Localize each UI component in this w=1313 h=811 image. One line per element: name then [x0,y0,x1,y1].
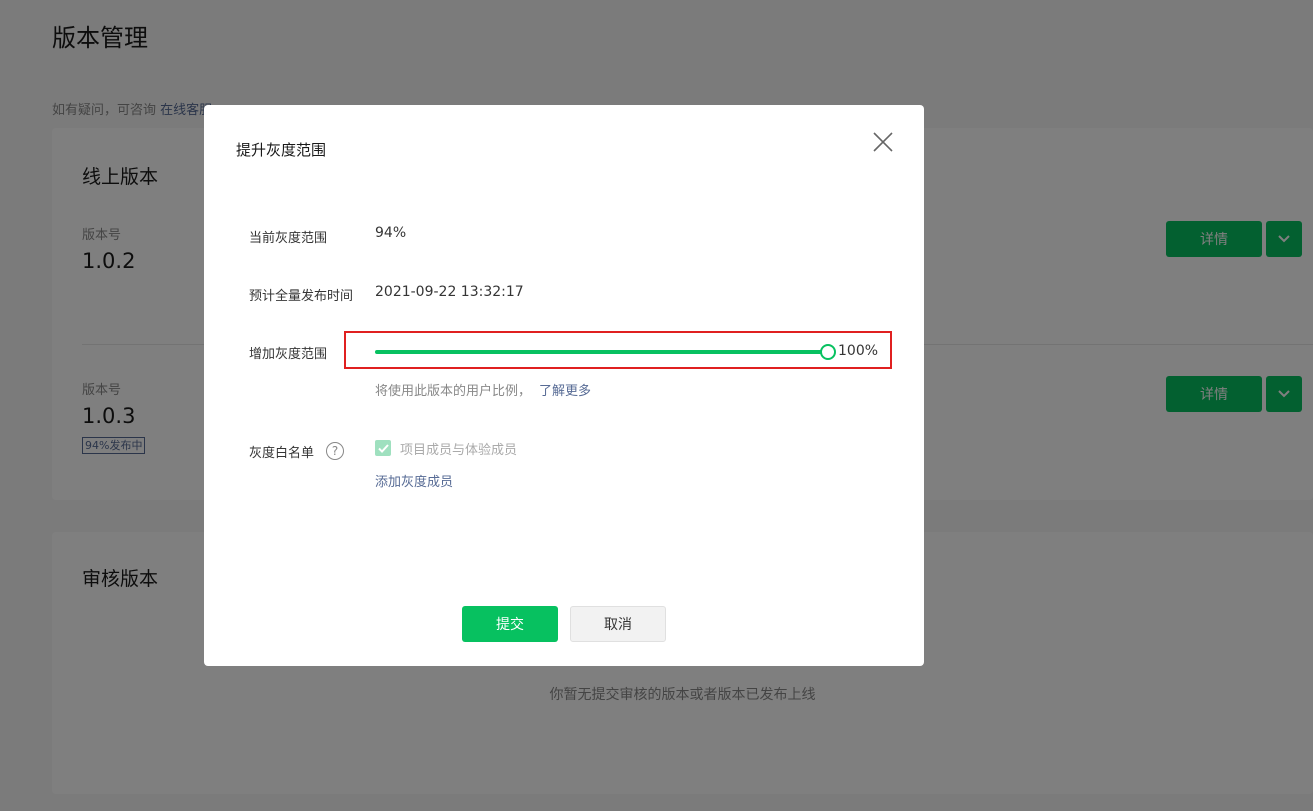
whitelist-label: 灰度白名单 [249,446,315,461]
slider-thumb[interactable] [820,344,836,360]
submit-button[interactable]: 提交 [462,606,558,642]
dialog-title: 提升灰度范围 [236,141,327,159]
hint-text: 将使用此版本的用户比例， 了解更多 [375,380,591,399]
slider-track[interactable] [375,350,829,354]
members-checkbox[interactable] [375,440,391,456]
release-time-label: 预计全量发布时间 [249,289,354,304]
close-icon [873,132,893,152]
add-gray-member-link[interactable]: 添加灰度成员 [375,471,453,490]
close-button[interactable] [869,128,897,156]
raise-gray-scope-dialog: 提升灰度范围 当前灰度范围 94% 预计全量发布时间 2021-09-22 13… [204,105,924,666]
current-scope-label: 当前灰度范围 [249,231,328,246]
help-question-icon[interactable]: ? [326,442,344,460]
hint-label: 将使用此版本的用户比例， [375,384,532,399]
checkmark-icon [377,443,389,453]
current-scope-value: 94% [375,225,407,241]
release-time-value: 2021-09-22 13:32:17 [375,284,524,300]
increase-scope-label: 增加灰度范围 [249,347,328,362]
cancel-button[interactable]: 取消 [570,606,666,642]
slider-highlight-box [344,331,892,369]
slider-value: 100% [838,343,879,359]
checkbox-label: 项目成员与体验成员 [400,443,518,458]
learn-more-link[interactable]: 了解更多 [539,384,591,399]
